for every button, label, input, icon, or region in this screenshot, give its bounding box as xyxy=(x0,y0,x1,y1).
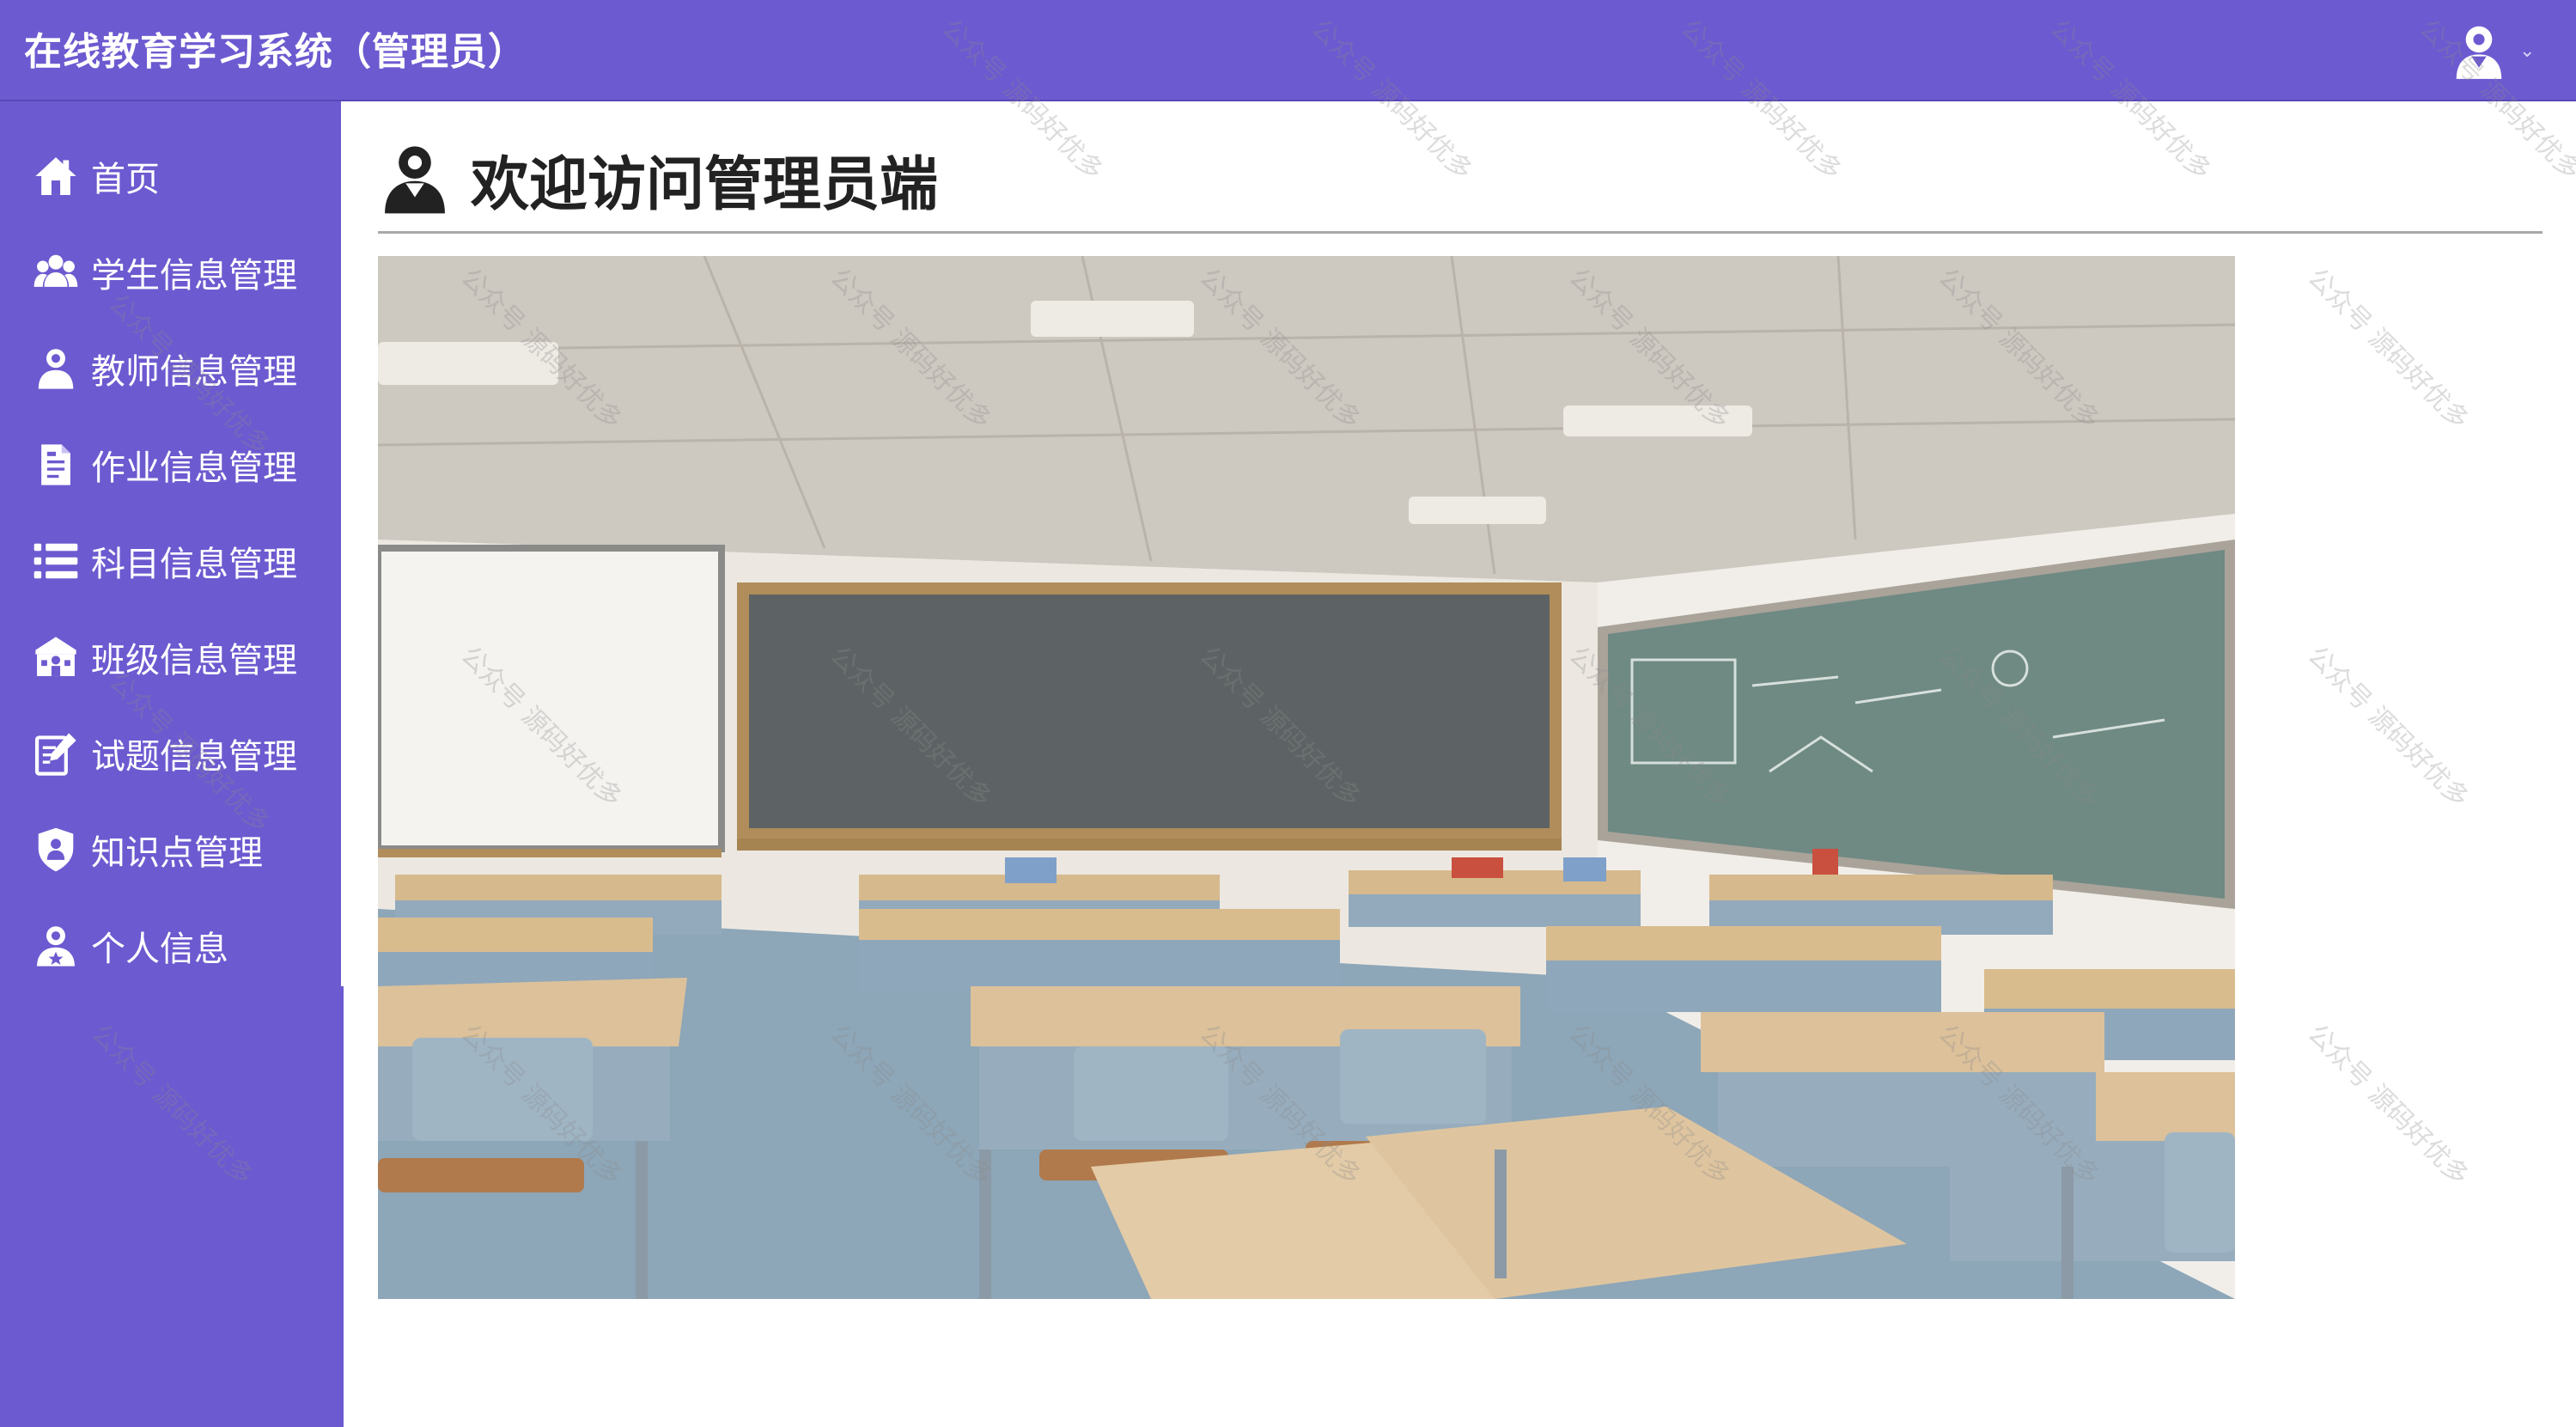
user-menu[interactable]: ⌄ xyxy=(2449,15,2543,86)
page-title: 欢迎访问管理员端 xyxy=(471,150,939,219)
sidebar-item-knowledge[interactable]: 知识点管理 xyxy=(33,820,325,880)
sidebar-item-profile[interactable]: 个人信息 xyxy=(33,916,325,976)
sidebar-item-label: 个人信息 xyxy=(91,930,228,969)
chevron-down-icon[interactable]: ⌄ xyxy=(2519,40,2535,62)
sidebar-item-home[interactable]: 首页 xyxy=(33,146,325,206)
edit-document-icon xyxy=(34,733,76,776)
user-star-icon xyxy=(37,926,75,967)
classroom-photo xyxy=(378,256,2235,1299)
welcome-heading: 欢迎访问管理员端 xyxy=(378,136,938,222)
sidebar-item-label: 学生信息管理 xyxy=(91,256,297,296)
sidebar-item-label: 首页 xyxy=(91,160,160,199)
sidebar-item-questions[interactable]: 试题信息管理 xyxy=(33,723,325,784)
sidebar-item-subjects[interactable]: 科目信息管理 xyxy=(33,531,325,591)
sidebar: 首页 学生信息管理 教师信息管理 作业信息管理 科目信息管理 班级信息管理 试题… xyxy=(0,101,344,1427)
sidebar-item-homework[interactable]: 作业信息管理 xyxy=(33,435,325,495)
list-icon xyxy=(33,543,78,579)
user-icon xyxy=(385,146,445,214)
user-avatar-icon[interactable] xyxy=(2449,21,2509,81)
document-icon xyxy=(41,444,70,485)
main-content: 欢迎访问管理员端 xyxy=(344,101,2576,1427)
app-title: 在线教育学习系统（管理员） xyxy=(24,30,527,74)
sidebar-item-label: 教师信息管理 xyxy=(91,352,297,392)
school-icon xyxy=(35,637,76,676)
sidebar-item-label: 科目信息管理 xyxy=(91,545,297,584)
sidebar-item-label: 知识点管理 xyxy=(91,833,263,873)
user-icon xyxy=(38,349,74,389)
home-icon xyxy=(35,157,76,195)
sidebar-item-label: 作业信息管理 xyxy=(91,448,297,488)
sidebar-item-students[interactable]: 学生信息管理 xyxy=(33,242,325,302)
sidebar-item-classes[interactable]: 班级信息管理 xyxy=(33,627,325,687)
title-divider xyxy=(378,231,2543,234)
sidebar-item-label: 班级信息管理 xyxy=(91,641,297,680)
sidebar-item-label: 试题信息管理 xyxy=(91,737,297,777)
top-header: 在线教育学习系统（管理员） ⌄ xyxy=(0,0,2576,101)
sidebar-item-teachers[interactable]: 教师信息管理 xyxy=(33,338,325,399)
shield-icon xyxy=(38,827,74,872)
users-icon xyxy=(33,254,78,287)
